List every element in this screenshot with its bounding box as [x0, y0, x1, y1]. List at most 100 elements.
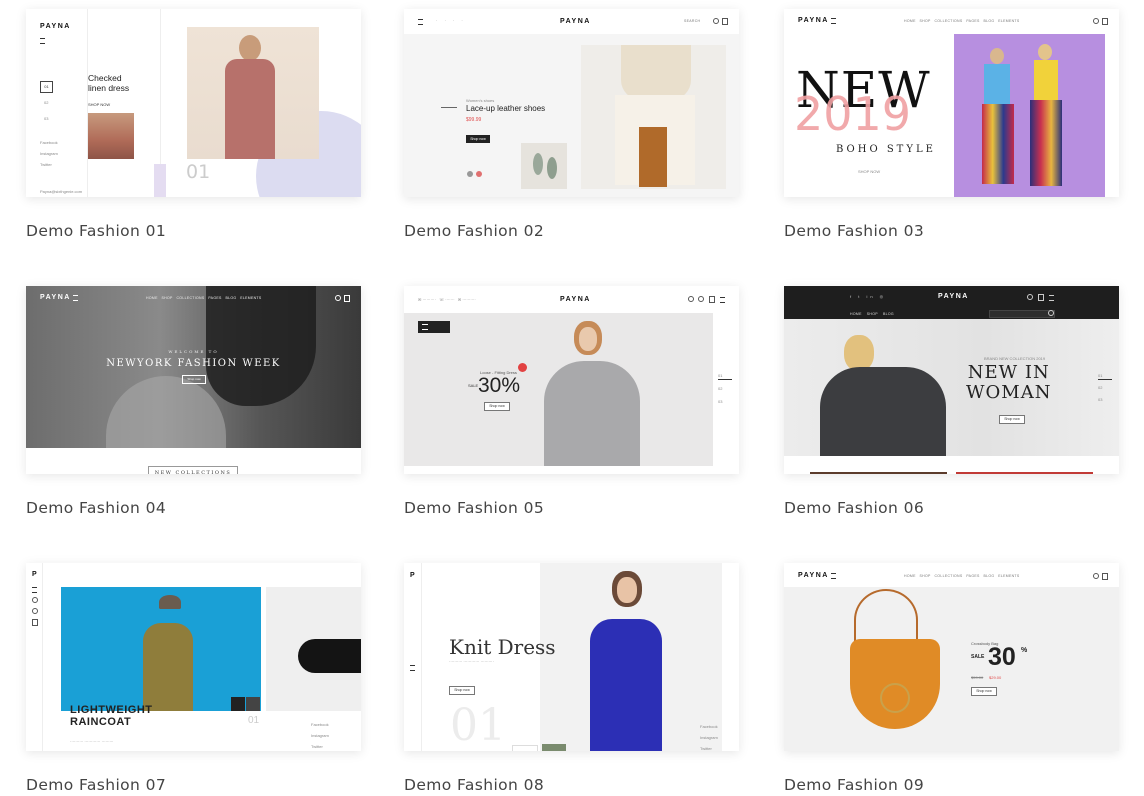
shop-now-button[interactable]: Shop now — [484, 402, 510, 411]
menu-icon[interactable] — [73, 295, 78, 301]
demo-card-03[interactable]: PAYNA HOME SHOP COLLECTIONS PAGES BLOG E… — [784, 9, 1120, 240]
demo-caption[interactable]: Demo Fashion 07 — [26, 776, 166, 794]
nav-item-pages[interactable]: PAGES — [966, 574, 979, 578]
slide-number-3[interactable]: 03 — [44, 116, 48, 121]
demo-caption[interactable]: Demo Fashion 06 — [784, 499, 924, 517]
social-link-instagram[interactable]: Instagram — [40, 151, 58, 156]
shop-now-button[interactable]: Shop now — [182, 375, 206, 384]
demo-thumbnail-07[interactable]: P LIGHTWEIGHT RAINCOAT 01 ·········· ···… — [26, 563, 361, 751]
menu-icon[interactable] — [831, 18, 836, 24]
search-icon[interactable] — [713, 18, 719, 24]
menu-icon[interactable] — [720, 297, 725, 303]
slider-dot[interactable] — [467, 171, 473, 177]
nav-item-collections[interactable]: COLLECTIONS — [176, 296, 204, 300]
slider-next-button[interactable] — [246, 697, 260, 711]
nav-item-pages[interactable]: PAGES — [966, 19, 979, 23]
cart-icon[interactable] — [1102, 18, 1108, 25]
social-link-facebook[interactable]: Facebook — [311, 722, 329, 727]
menu-icon[interactable] — [831, 573, 836, 579]
menu-icon[interactable] — [40, 38, 45, 44]
demo-card-08[interactable]: P Knit Dress ·········· ············ ···… — [404, 563, 740, 794]
nav-item-blog[interactable]: BLOG — [883, 312, 894, 316]
nav-item-home[interactable]: HOME — [904, 19, 916, 23]
slide-number-2[interactable]: 02 — [1098, 385, 1102, 390]
demo-card-02[interactable]: · · · · PAYNA SEARCH Women's shoes Lace-… — [404, 9, 740, 240]
demo-card-04[interactable]: PAYNA HOME SHOP COLLECTIONS PAGES BLOG E… — [26, 286, 362, 517]
nav-item-blog[interactable]: BLOG — [983, 19, 994, 23]
social-link-facebook[interactable]: Facebook — [40, 140, 58, 145]
slide-thumbnail[interactable] — [542, 744, 566, 751]
demo-caption[interactable]: Demo Fashion 08 — [404, 776, 544, 794]
demo-card-09[interactable]: PAYNA HOME SHOP COLLECTIONS PAGES BLOG E… — [784, 563, 1120, 794]
demo-caption[interactable]: Demo Fashion 02 — [404, 222, 544, 240]
social-link-twitter[interactable]: Twitter — [40, 162, 52, 167]
slide-number-1[interactable]: 01 — [1098, 373, 1102, 378]
search-icon[interactable] — [335, 295, 341, 301]
user-icon[interactable] — [32, 608, 38, 614]
shop-now-button[interactable]: Shop now — [449, 686, 475, 695]
nav-item-pages[interactable]: PAGES — [208, 296, 221, 300]
cart-icon[interactable] — [344, 295, 350, 302]
nav-item-blog[interactable]: BLOG — [225, 296, 236, 300]
search-icon[interactable] — [688, 296, 694, 302]
nav-item-elements[interactable]: ELEMENTS — [998, 19, 1019, 23]
slide-number-3[interactable]: 03 — [1098, 397, 1102, 402]
demo-thumbnail-02[interactable]: · · · · PAYNA SEARCH Women's shoes Lace-… — [404, 9, 739, 197]
demo-card-01[interactable]: PAYNA 01 02 03 Checked linen dress SHOP … — [26, 9, 362, 240]
slide-number-3[interactable]: 03 — [718, 399, 722, 404]
nav-item-collections[interactable]: COLLECTIONS — [934, 574, 962, 578]
demo-caption[interactable]: Demo Fashion 04 — [26, 499, 166, 517]
slider-arrow[interactable] — [512, 745, 538, 751]
demo-thumbnail-03[interactable]: PAYNA HOME SHOP COLLECTIONS PAGES BLOG E… — [784, 9, 1119, 197]
demo-thumbnail-01[interactable]: PAYNA 01 02 03 Checked linen dress SHOP … — [26, 9, 361, 197]
demo-thumbnail-04[interactable]: PAYNA HOME SHOP COLLECTIONS PAGES BLOG E… — [26, 286, 361, 474]
shop-now-button[interactable]: Shop now — [466, 135, 490, 143]
demo-thumbnail-08[interactable]: P Knit Dress ·········· ············ ···… — [404, 563, 739, 751]
demo-card-07[interactable]: P LIGHTWEIGHT RAINCOAT 01 ·········· ···… — [26, 563, 362, 794]
nav-item-home[interactable]: HOME — [850, 312, 862, 316]
nav-item-shop[interactable]: SHOP — [920, 574, 931, 578]
demo-caption[interactable]: Demo Fashion 05 — [404, 499, 544, 517]
social-link-facebook[interactable]: Facebook — [700, 724, 718, 729]
demo-caption[interactable]: Demo Fashion 03 — [784, 222, 924, 240]
demo-card-06[interactable]: f t in ◎ PAYNA HOME SHOP BLOG BRAND NEW … — [784, 286, 1120, 517]
slide-number-2[interactable]: 02 — [44, 100, 48, 105]
search-icon[interactable] — [1093, 573, 1099, 579]
demo-card-05[interactable]: ✉ ·········· ☏ ······· ✉ ·········· PAYN… — [404, 286, 740, 517]
slide-number-1[interactable]: 01 — [40, 81, 53, 93]
shop-now-button[interactable]: Shop now — [999, 415, 1025, 424]
social-link-twitter[interactable]: Twitter — [700, 746, 712, 751]
user-icon[interactable] — [698, 296, 704, 302]
menu-icon[interactable] — [410, 665, 415, 671]
nav-item-collections[interactable]: COLLECTIONS — [934, 19, 962, 23]
menu-icon[interactable] — [418, 19, 423, 25]
menu-icon[interactable] — [32, 587, 37, 593]
nav-item-shop[interactable]: SHOP — [920, 19, 931, 23]
nav-item-elements[interactable]: ELEMENTS — [998, 574, 1019, 578]
cart-icon[interactable] — [32, 619, 38, 626]
demo-thumbnail-05[interactable]: ✉ ·········· ☏ ······· ✉ ·········· PAYN… — [404, 286, 739, 474]
shop-now-link[interactable]: SHOP NOW — [858, 169, 880, 174]
social-link-instagram[interactable]: Instagram — [700, 735, 718, 740]
social-icons[interactable]: · · · · — [436, 18, 466, 23]
slide-number-1[interactable]: 01 — [718, 373, 722, 378]
nav-item-shop[interactable]: SHOP — [867, 312, 878, 316]
demo-caption[interactable]: Demo Fashion 09 — [784, 776, 924, 794]
demo-caption[interactable]: Demo Fashion 01 — [26, 222, 166, 240]
nav-item-home[interactable]: HOME — [904, 574, 916, 578]
search-icon[interactable] — [1048, 310, 1054, 316]
cart-icon[interactable] — [722, 18, 728, 25]
slide-number-2[interactable]: 02 — [718, 386, 722, 391]
search-input[interactable] — [989, 310, 1055, 318]
user-icon[interactable] — [1027, 294, 1033, 300]
nav-item-shop[interactable]: SHOP — [162, 296, 173, 300]
cart-icon[interactable] — [1038, 294, 1044, 301]
demo-thumbnail-06[interactable]: f t in ◎ PAYNA HOME SHOP BLOG BRAND NEW … — [784, 286, 1119, 474]
nav-item-elements[interactable]: ELEMENTS — [240, 296, 261, 300]
social-link-instagram[interactable]: Instagram — [311, 733, 329, 738]
shop-now-link[interactable]: SHOP NOW — [88, 102, 110, 107]
cart-icon[interactable] — [1102, 573, 1108, 580]
category-icon-button[interactable] — [418, 321, 450, 333]
search-icon[interactable] — [32, 597, 38, 603]
nav-item-blog[interactable]: BLOG — [983, 574, 994, 578]
